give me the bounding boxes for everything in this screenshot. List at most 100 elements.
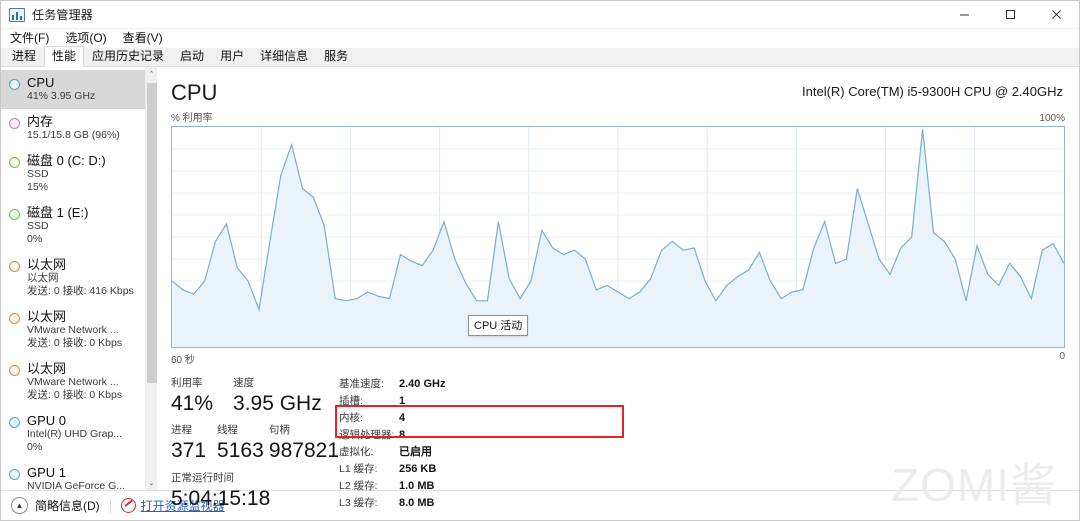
- sidebar-item-memory-title: 内存: [27, 114, 54, 129]
- resource-list: CPU 41% 3.95 GHz 内存 15.1/15.8 GB (96%) 磁…: [1, 67, 145, 490]
- disk-1-dot-icon: [9, 209, 20, 220]
- cpu-model-label: Intel(R) Core(TM) i5-9300H CPU @ 2.40GHz: [802, 84, 1063, 99]
- ethernet-0-dot-icon: [9, 261, 20, 272]
- sidebar-item-cpu[interactable]: CPU 41% 3.95 GHz: [1, 70, 145, 109]
- sidebar-item-disk-0-title: 磁盘 0 (C: D:): [27, 153, 106, 168]
- tab-strip: 进程 性能 应用历史记录 启动 用户 详细信息 服务: [1, 46, 1079, 67]
- scrollbar-thumb[interactable]: [146, 83, 157, 383]
- detail-sockets-value: 1: [399, 395, 406, 407]
- detail-sockets: 插槽: 1: [339, 393, 1065, 410]
- detail-cores: 内核: 4: [339, 410, 1065, 427]
- close-icon: [1051, 10, 1061, 19]
- detail-logical-processors: 逻辑处理器: 8: [339, 427, 1065, 444]
- detail-l3-cache: L3 缓存: 8.0 MB: [339, 495, 1065, 512]
- detail-virtualization-value: 已启用: [399, 446, 432, 458]
- y-axis-label: % 利用率: [171, 113, 213, 124]
- memory-dot-icon: [9, 118, 20, 129]
- tab-details[interactable]: 详细信息: [252, 46, 316, 67]
- stat-uptime-value: 5:04:15:18: [171, 487, 271, 510]
- detail-logical-processors-key: 逻辑处理器:: [339, 429, 395, 441]
- sidebar-item-ethernet-1[interactable]: 以太网 VMware Network ... 发送: 0 接收: 0 Kbps: [1, 304, 145, 356]
- tab-users[interactable]: 用户: [212, 46, 252, 67]
- sidebar-item-ethernet-2[interactable]: 以太网 VMware Network ... 发送: 0 接收: 0 Kbps: [1, 356, 145, 408]
- stat-uptime-label: 正常运行时间: [171, 472, 234, 484]
- stat-row-counts: 进程 371 线程 5163 句柄 987821: [171, 423, 339, 464]
- detail-base-speed-key: 基准速度:: [339, 378, 384, 390]
- stat-handles-label: 句柄: [268, 424, 290, 436]
- gpu-0-dot-icon: [9, 417, 20, 428]
- ethernet-2-dot-icon: [9, 365, 20, 376]
- sidebar-item-ethernet-2-title: 以太网: [27, 361, 67, 376]
- x-axis-left-label: 60 秒: [171, 355, 195, 366]
- stat-processes: 进程 371: [171, 423, 217, 464]
- sidebar-item-memory[interactable]: 内存 15.1/15.8 GB (96%): [1, 109, 145, 148]
- tab-performance[interactable]: 性能: [44, 46, 85, 67]
- disk-0-dot-icon: [9, 157, 20, 168]
- stat-handles-value: 987821: [268, 439, 339, 462]
- sidebar-item-gpu-0[interactable]: GPU 0 Intel(R) UHD Grap... 0%: [1, 408, 145, 460]
- maximize-button[interactable]: [987, 1, 1033, 29]
- y-axis-max-label: 100%: [1039, 113, 1065, 124]
- detail-l1-cache: L1 缓存: 256 KB: [339, 461, 1065, 478]
- detail-l2-cache-value: 1.0 MB: [399, 480, 435, 492]
- sidebar-item-ethernet-1-title: 以太网: [27, 309, 67, 324]
- detail-l1-cache-key: L1 缓存:: [339, 463, 378, 475]
- scrollbar-track[interactable]: [146, 81, 158, 476]
- stat-handles: 句柄 987821: [269, 423, 339, 464]
- scroll-up-arrow-icon[interactable]: ⌃: [146, 67, 158, 81]
- detail-l2-cache-key: L2 缓存:: [339, 480, 378, 492]
- stat-speed: 速度 3.95 GHz: [233, 376, 322, 417]
- stats-section: 利用率 41% 速度 3.95 GHz 进程 371 线程 5163 句柄 98…: [171, 376, 1065, 512]
- stat-threads: 线程 5163: [217, 423, 269, 464]
- stat-speed-label: 速度: [233, 377, 254, 389]
- minimize-button[interactable]: [941, 1, 987, 29]
- title-bar: 任务管理器: [1, 1, 1079, 29]
- sidebar-item-ethernet-1-sub-0: VMware Network ...: [27, 324, 119, 336]
- task-manager-window: 任务管理器 文件(F) 选项(O) 查看(V) 进程 性能 应用历史记录 启动: [0, 0, 1080, 521]
- scroll-down-arrow-icon[interactable]: ⌄: [146, 476, 158, 490]
- detail-sockets-key: 插槽:: [339, 395, 363, 407]
- cpu-utilization-chart[interactable]: [171, 126, 1065, 348]
- tab-startup[interactable]: 启动: [172, 46, 212, 67]
- sidebar-item-ethernet-0-sub-1: 发送: 0 接收: 416 Kbps: [27, 285, 134, 297]
- page-title: CPU: [171, 80, 218, 105]
- detail-virtualization: 虚拟化: 已启用: [339, 444, 1065, 461]
- collapse-chevron-icon[interactable]: ▲: [11, 497, 28, 514]
- fewer-details-button[interactable]: 简略信息(D): [35, 497, 100, 514]
- sidebar-item-gpu-0-title: GPU 0: [27, 413, 67, 428]
- cpu-chart-svg: [172, 127, 1064, 347]
- detail-l3-cache-key: L3 缓存:: [339, 497, 378, 509]
- stat-row-utilization: 利用率 41% 速度 3.95 GHz: [171, 376, 339, 417]
- stat-processes-label: 进程: [171, 424, 192, 436]
- sidebar-item-gpu-1-title: GPU 1: [27, 465, 67, 480]
- stats-primary: 利用率 41% 速度 3.95 GHz 进程 371 线程 5163 句柄 98…: [171, 376, 339, 512]
- sidebar-item-disk-0-sub-0: SSD: [27, 168, 49, 180]
- tab-services[interactable]: 服务: [316, 46, 356, 67]
- window-title: 任务管理器: [32, 8, 94, 22]
- chart-wrapper: CPU 活动: [171, 126, 1065, 348]
- resource-sidebar: CPU 41% 3.95 GHz 内存 15.1/15.8 GB (96%) 磁…: [1, 67, 157, 490]
- content-body: CPU 41% 3.95 GHz 内存 15.1/15.8 GB (96%) 磁…: [1, 67, 1079, 510]
- close-button[interactable]: [1033, 1, 1079, 29]
- tab-processes[interactable]: 进程: [4, 46, 44, 67]
- sidebar-item-disk-0[interactable]: 磁盘 0 (C: D:) SSD 15%: [1, 148, 145, 200]
- sidebar-scrollbar[interactable]: ⌃ ⌄: [145, 67, 157, 490]
- sidebar-item-gpu-0-sub-1: 0%: [27, 441, 43, 453]
- sidebar-item-memory-sub-0: 15.1/15.8 GB (96%): [27, 129, 120, 141]
- sidebar-item-disk-1-sub-0: SSD: [27, 220, 49, 232]
- stat-processes-value: 371: [171, 439, 207, 462]
- tab-app-history[interactable]: 应用历史记录: [84, 46, 172, 67]
- panel-header: CPU Intel(R) Core(TM) i5-9300H CPU @ 2.4…: [171, 79, 1065, 106]
- stats-details: 基准速度: 2.40 GHz 插槽: 1 内核: 4 逻辑处理器: 8 虚拟化:…: [335, 376, 1065, 512]
- sidebar-item-cpu-title: CPU: [27, 75, 55, 90]
- sidebar-item-gpu-1[interactable]: GPU 1 NVIDIA GeForce G...: [1, 460, 145, 490]
- statusbar-divider: [109, 498, 111, 513]
- gpu-1-dot-icon: [9, 469, 20, 480]
- sidebar-item-ethernet-0[interactable]: 以太网 以太网 发送: 0 接收: 416 Kbps: [1, 252, 145, 304]
- detail-cores-value: 4: [399, 412, 406, 424]
- sidebar-item-ethernet-1-sub-1: 发送: 0 接收: 0 Kbps: [27, 337, 123, 349]
- detail-virtualization-key: 虚拟化:: [339, 446, 374, 458]
- detail-base-speed-value: 2.40 GHz: [399, 378, 446, 390]
- sidebar-item-ethernet-0-title: 以太网: [27, 257, 67, 272]
- sidebar-item-disk-1[interactable]: 磁盘 1 (E:) SSD 0%: [1, 200, 145, 252]
